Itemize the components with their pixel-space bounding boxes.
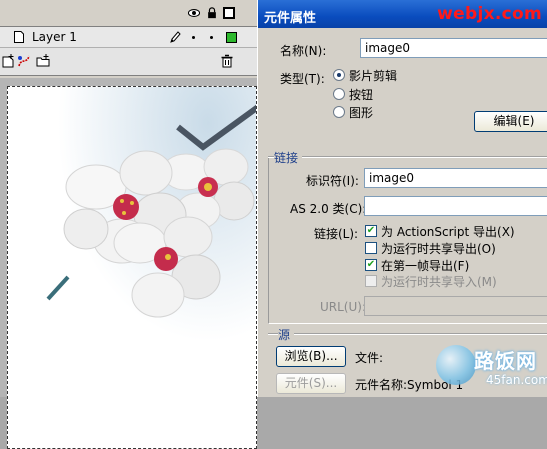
symbol-button: 元件(S)... [276,373,346,394]
file-label: 文件: [355,351,384,365]
type-radio-graphic[interactable] [333,106,345,118]
edit-button[interactable]: 编辑(E) [474,111,547,132]
dialog-title: 元件属性 [264,11,317,26]
import-runtime-sharing-label: 为运行时共享导入(M) [381,275,497,289]
type-option-graphic: 图形 [349,106,374,120]
export-actionscript-checkbox[interactable]: ✔ [365,225,377,237]
url-field [364,296,547,316]
type-option-button: 按钮 [349,88,374,102]
as2-class-label: AS 2.0 类(C): [290,202,367,216]
identifier-label: 标识符(I): [306,174,359,188]
symbol-properties-dialog: 元件属性 webjx.com 名称(N): image0 类型(T): 影片剪辑… [257,0,547,397]
type-radio-button[interactable] [333,88,345,100]
eye-icon[interactable] [188,7,200,19]
visibility-dot[interactable] [192,36,195,39]
cherry-blossom-image [8,87,256,448]
dialog-titlebar[interactable]: 元件属性 webjx.com [258,0,547,28]
timeline-header [0,0,257,27]
linkage-label: 链接(L): [314,227,359,241]
lock-icon[interactable] [206,7,218,19]
stage-area [0,78,257,449]
watermark: webjx.com [437,4,542,24]
source-section-title: 源 [278,326,295,343]
outline-icon[interactable] [223,7,235,19]
logo-globe-icon [436,345,476,385]
export-runtime-sharing-checkbox[interactable] [365,242,377,254]
name-label: 名称(N): [280,44,327,58]
layer-name: Layer 1 [32,30,77,44]
name-field[interactable]: image0 [360,38,547,58]
type-label: 类型(T): [280,72,325,86]
timeline-panel: Layer 1 [0,0,257,449]
layer-row[interactable]: Layer 1 [0,27,257,48]
logo-text: 路饭网 [474,349,537,373]
site-logo: 路饭网 45fan.com [436,343,547,397]
export-runtime-sharing-label: 为运行时共享导出(O) [381,242,496,256]
browse-button[interactable]: 浏览(B)... [276,346,346,367]
stage-canvas[interactable] [7,86,257,449]
import-runtime-sharing-checkbox [365,275,377,287]
type-radio-movieclip[interactable] [333,69,345,81]
export-first-frame-checkbox[interactable]: ✔ [365,259,377,271]
timeline-toolbar [0,48,257,76]
source-divider [268,333,547,335]
layer-page-icon [14,31,24,43]
layer-outline-color[interactable] [226,32,237,43]
trash-icon[interactable] [220,54,234,68]
insert-layer-icon[interactable] [2,54,16,68]
url-label: URL(U): [320,300,366,314]
export-actionscript-label: 为 ActionScript 导出(X) [381,225,515,239]
add-guide-layer-icon[interactable] [17,54,31,68]
export-first-frame-label: 在第一帧导出(F) [381,259,470,273]
identifier-field[interactable]: image0 [364,168,547,188]
type-option-movieclip: 影片剪辑 [349,69,398,83]
logo-subtext: 45fan.com [486,373,547,387]
pencil-icon [170,31,181,43]
lock-dot[interactable] [210,36,213,39]
as2-class-field[interactable] [364,196,547,216]
insert-folder-icon[interactable] [36,54,50,68]
